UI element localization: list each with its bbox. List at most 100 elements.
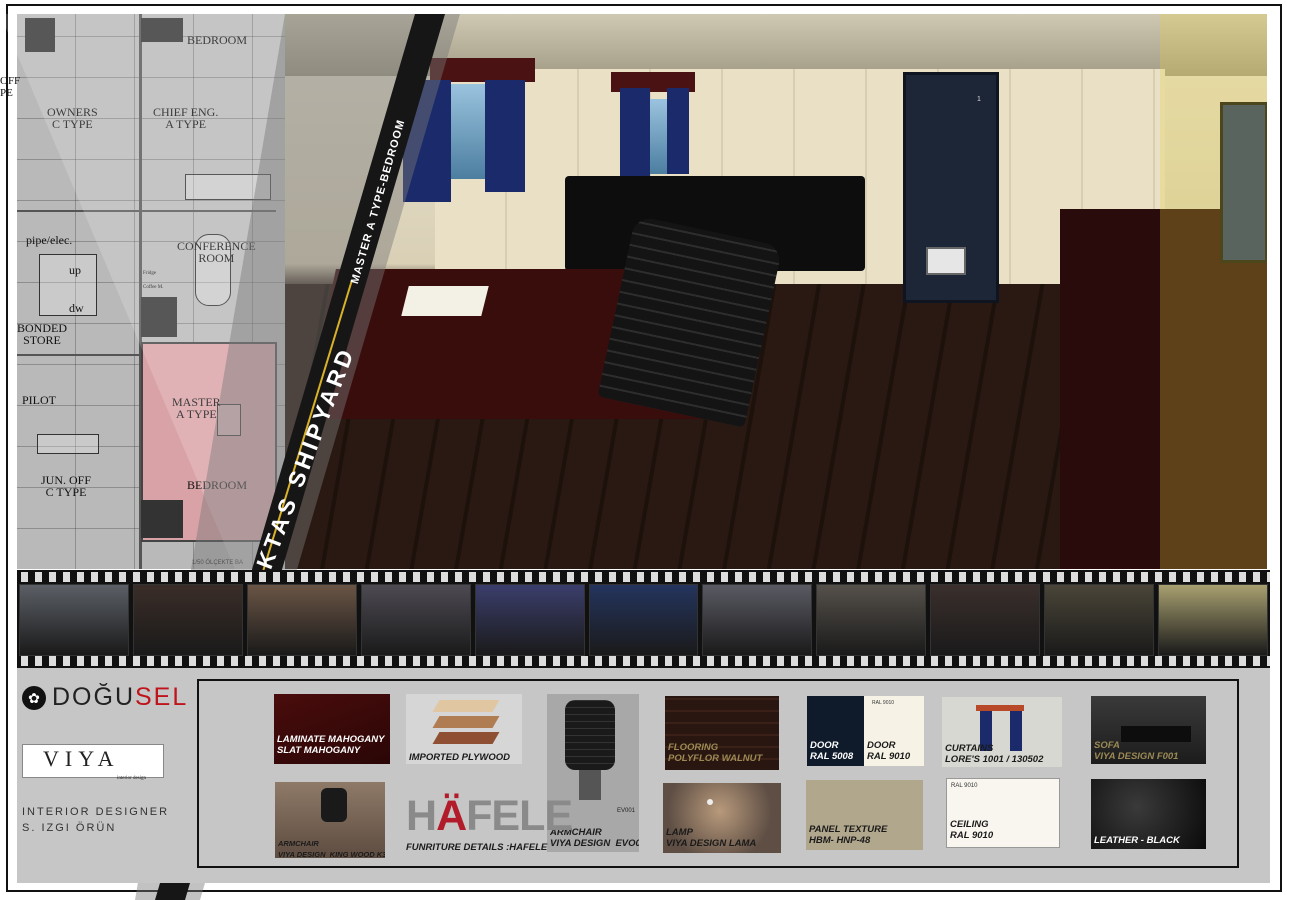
swatch-armchair-king[interactable]: ARMCHAIR VIYA DESIGN KING WOOD K380 (275, 782, 385, 858)
armchair-evo-code: EV001 (617, 808, 636, 814)
render-door-vent (926, 247, 966, 275)
viya-tagline: interior design (117, 776, 147, 781)
plan-label-bedroom-bottom: BEDROOM (187, 478, 248, 492)
swatch-door-ral9010[interactable]: RAL 9010 DOOR RAL 9010 (864, 696, 924, 766)
swatch-flooring[interactable]: FLOORING POLYFLOR WALNUT (665, 696, 779, 770)
swatch-leather-label: LEATHER - BLACK (1094, 835, 1180, 846)
render-curtain (485, 80, 525, 192)
plywood-layer (432, 716, 500, 728)
film-thumbnail[interactable] (1044, 584, 1155, 656)
dogusel-prefix: DOĞU (52, 683, 135, 711)
plan-label-jun-off: JUN. OFF C TYPE (41, 473, 92, 499)
plan-label-coffee: Coffee M. (143, 285, 164, 290)
swatch-curtains-label: CURTAINS LORE'S 1001 / 130502 (945, 743, 1044, 765)
swatch-curtains[interactable]: CURTAINS LORE'S 1001 / 130502 (942, 697, 1062, 767)
dogusel-suffix: SEL (135, 683, 189, 711)
plan-sofa (185, 174, 271, 200)
hafele-rest: FELE (466, 792, 573, 840)
interior-render: 1 (285, 14, 1267, 569)
film-sprocket-holes (17, 572, 1270, 582)
swatch-lamp[interactable]: LAMP VIYA DESIGN LAMA (663, 783, 781, 853)
swatch-flooring-label: FLOORING POLYFLOR WALNUT (668, 742, 763, 764)
plan-label-master[interactable]: MASTER A TYPE (172, 396, 221, 420)
plan-label-chief-eng: CHIEF ENG. A TYPE (153, 105, 219, 131)
plan-stairs (39, 254, 97, 316)
film-thumbnail[interactable] (360, 584, 471, 656)
film-thumbnail[interactable] (588, 584, 699, 656)
render-door-number: 1 (977, 96, 981, 103)
armchair-evo-image (565, 700, 615, 770)
swatch-leather[interactable]: LEATHER - BLACK (1091, 779, 1206, 849)
swatch-sofa-label: SOFA VIYA DESIGN F001 (1094, 740, 1179, 762)
swatch-panel-texture[interactable]: PANEL TEXTURE HBM- HNP-48 (806, 780, 923, 850)
dogusel-logo: ✿ DOĞUSEL (22, 683, 188, 712)
hafele-h: H (406, 792, 437, 840)
plywood-layer (432, 700, 500, 712)
swatch-sofa[interactable]: SOFA VIYA DESIGN F001 (1091, 696, 1206, 764)
viya-logo: VIYA interior design (22, 744, 164, 781)
plan-wall (17, 210, 141, 212)
swatch-door-ral5008-label: DOOR RAL 5008 (810, 740, 854, 762)
render-highlight-overlay (1160, 14, 1267, 569)
ceiling-code-top: RAL 9010 (951, 783, 978, 789)
designer-name: S. IZGI ÖRÜN (22, 822, 117, 834)
plan-cut-label: OFF PE (0, 75, 21, 99)
dogusel-logo-icon: ✿ (22, 685, 46, 710)
plan-wall (17, 354, 141, 356)
plan-wall (141, 210, 276, 212)
plan-label-dw: dw (69, 301, 84, 315)
render-valance (430, 58, 535, 82)
plan-label-bonded: BONDED STORE (17, 321, 67, 347)
plan-sofa (37, 434, 99, 454)
film-frames (17, 584, 1270, 656)
film-thumbnail[interactable] (132, 584, 243, 656)
swatch-panel-label: PANEL TEXTURE HBM- HNP-48 (809, 824, 888, 846)
swatch-laminate-label: LAMINATE MAHOGANY SLAT MAHOGANY (277, 734, 385, 756)
film-thumbnail[interactable] (702, 584, 813, 656)
swatch-door-ral5008[interactable]: DOOR RAL 5008 (807, 696, 864, 766)
plan-bed (141, 18, 183, 42)
film-thumbnail[interactable] (474, 584, 585, 656)
viya-wordmark: VIYA (43, 746, 120, 771)
door2-code-top: RAL 9010 (872, 700, 895, 706)
render-books (401, 286, 489, 316)
thumbnail-filmstrip (17, 570, 1270, 668)
plan-label-conference: CONFERENCE ROOM (177, 239, 256, 265)
swatch-lamp-label: LAMP VIYA DESIGN LAMA (666, 827, 757, 849)
render-curtain (667, 88, 689, 174)
swatch-imported-plywood[interactable]: IMPORTED PLYWOOD (406, 694, 522, 764)
plan-bed (25, 18, 55, 52)
hafele-logo: HÄFELE (406, 795, 573, 838)
hafele-caption: FUNRITURE DETAILS :HAFELE (406, 842, 548, 853)
film-thumbnail[interactable] (930, 584, 1041, 656)
armchair-king-image (321, 788, 347, 822)
designer-credit: INTERIOR DESIGNER S. IZGI ÖRÜN (22, 804, 169, 836)
floor-plan: BEDROOM OWNERS C TYPE CHIEF ENG. A TYPE … (17, 14, 287, 569)
swatch-door-ral9010-label: DOOR RAL 9010 (867, 740, 911, 762)
plan-scale-label: 1/50 ÖLÇEKTE BA (192, 560, 244, 566)
plan-label-pilot: PILOT (22, 393, 56, 407)
armchair-evo-base (579, 770, 601, 800)
swatch-laminate-mahogany[interactable]: LAMINATE MAHOGANY SLAT MAHOGANY (274, 694, 390, 764)
swatch-ceiling-label: CEILING RAL 9010 (950, 819, 994, 841)
film-thumbnail[interactable] (19, 584, 129, 656)
film-thumbnail[interactable] (816, 584, 927, 656)
plan-label-owners: OWNERS C TYPE (47, 105, 98, 131)
hafele-a: Ä (436, 792, 467, 840)
swatch-plywood-label: IMPORTED PLYWOOD (409, 752, 510, 763)
plan-label-fridge: Fridge (143, 271, 157, 276)
plywood-layer (432, 732, 500, 744)
dogusel-wordmark: DOĞUSEL (52, 683, 188, 712)
plan-label-pipe: pipe/elec. (26, 233, 73, 247)
plan-bed (141, 500, 183, 538)
swatch-ceiling[interactable]: RAL 9010 CEILING RAL 9010 (946, 778, 1060, 848)
swatch-armchair-king-label: ARMCHAIR VIYA DESIGN KING WOOD K380 (278, 839, 385, 858)
designer-title: INTERIOR DESIGNER (22, 806, 170, 818)
plan-bed (141, 297, 177, 337)
render-curtain (403, 80, 451, 202)
film-thumbnail[interactable] (1158, 584, 1268, 656)
plan-label-bedroom-top: BEDROOM (187, 33, 248, 47)
film-sprocket-holes (17, 656, 1270, 666)
film-thumbnail[interactable] (246, 584, 357, 656)
lamp-icon (707, 799, 713, 805)
